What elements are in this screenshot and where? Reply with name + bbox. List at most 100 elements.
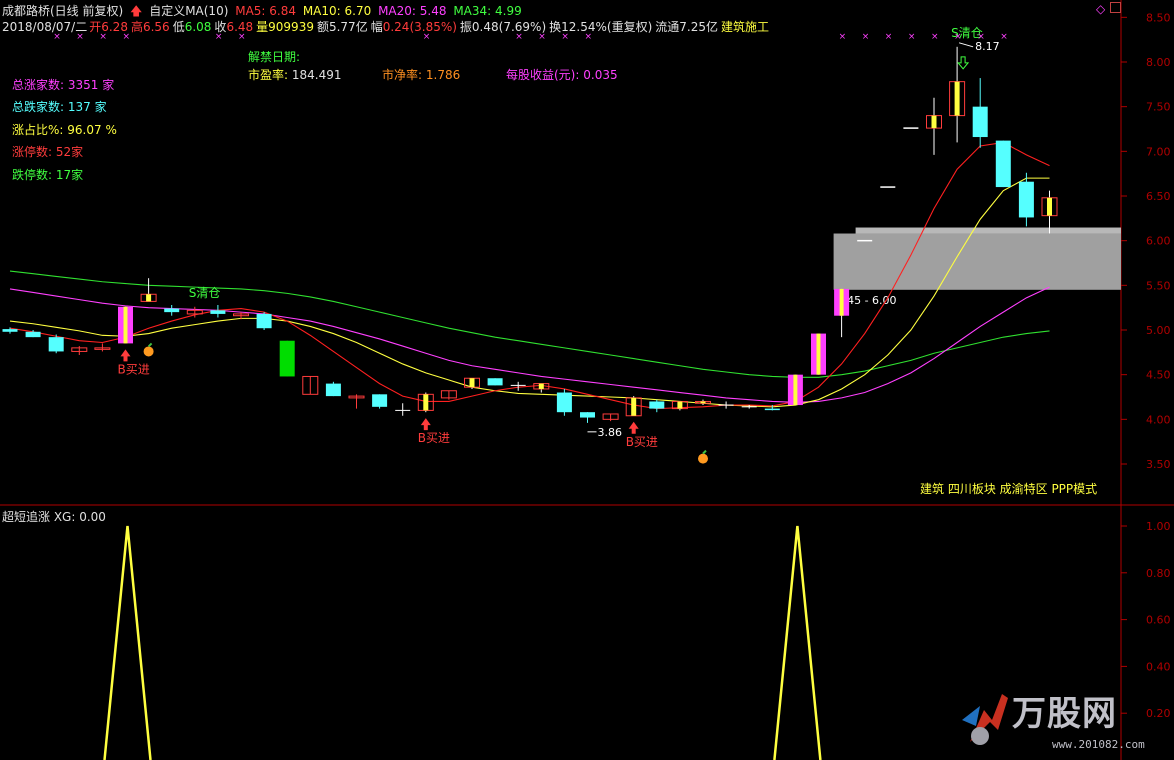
indicator-tick-label: 0.60: [1146, 614, 1171, 627]
zone-box: [833, 233, 1121, 290]
ma20-value: MA20: 5.48: [378, 4, 447, 18]
chart-canvas: 5.45 - 6.00 B买进B买进 B买进S清仓S清仓8.173.86 3.50…: [0, 0, 1174, 760]
logo-url: www.201082.com: [1052, 738, 1145, 751]
ma5-value: MA5: 6.84: [235, 4, 296, 18]
quote-date: 2018/08/07/二: [2, 20, 88, 34]
candle-core: [423, 394, 429, 411]
close-price: 6.48: [226, 20, 254, 34]
indicator-tick-label: 0.80: [1146, 567, 1171, 580]
candle[interactable]: [372, 394, 388, 409]
candle[interactable]: [556, 388, 572, 416]
candle[interactable]: [118, 306, 133, 344]
candle[interactable]: [2, 327, 18, 334]
candle[interactable]: [94, 343, 111, 352]
candle[interactable]: [949, 46, 966, 143]
candle-body: [372, 394, 388, 407]
candle[interactable]: [440, 390, 457, 400]
price-tick-label: 7.00: [1146, 145, 1171, 158]
candle[interactable]: [972, 78, 988, 148]
indicator-tick-label: 1.00: [1146, 520, 1171, 533]
candle-body: [649, 401, 665, 409]
price-tick-label: 5.00: [1146, 324, 1171, 337]
candle[interactable]: [602, 413, 619, 422]
candle[interactable]: [995, 140, 1011, 188]
candle[interactable]: [533, 383, 550, 393]
zone-cap: [855, 227, 1121, 234]
candle[interactable]: [1041, 190, 1058, 234]
candle[interactable]: [926, 97, 942, 155]
candle-core: [816, 333, 821, 375]
candle[interactable]: [487, 378, 503, 386]
price-tick-label: 8.00: [1146, 56, 1171, 69]
candle[interactable]: [671, 400, 688, 411]
candle[interactable]: [48, 334, 64, 354]
candle-body: [48, 337, 64, 352]
diamond-icon[interactable]: ◇: [1096, 2, 1105, 16]
price-tick-label: 6.00: [1146, 235, 1171, 248]
candle[interactable]: [164, 304, 180, 316]
candle[interactable]: [464, 377, 480, 389]
candle[interactable]: [210, 304, 226, 318]
candle-body: [210, 310, 226, 314]
ma34-value: MA34: 4.99: [453, 4, 522, 18]
candle-body: [764, 408, 780, 411]
candle-body: [2, 329, 18, 332]
candle[interactable]: [279, 340, 295, 377]
candle-core: [839, 288, 844, 316]
event-x-marker: ×: [885, 32, 893, 42]
candle[interactable]: [256, 312, 272, 330]
price-tick-label: 3.50: [1146, 458, 1171, 471]
candle[interactable]: [348, 394, 365, 409]
indicator-name[interactable]: 自定义MA(10): [149, 4, 228, 18]
resistance-zone: 5.45 - 6.00: [833, 227, 1121, 307]
candle[interactable]: [325, 381, 341, 397]
stat-limit-up: 涨停数: 52家: [12, 145, 84, 159]
square-icon[interactable]: [1110, 2, 1121, 13]
eps: 每股收益(元): 0.035: [506, 68, 618, 82]
candle-core: [469, 378, 475, 388]
stat-limit-down: 跌停数: 17家: [12, 168, 84, 182]
high-price: 6.56: [142, 20, 170, 34]
volume: 量909939: [256, 20, 314, 34]
price-axis: 3.50 4.00 4.50 5.00 5.50 6.00 6.50 7.00 7.50 8.00…: [1121, 11, 1171, 471]
price-tick-label: 6.50: [1146, 190, 1171, 203]
event-x-marker: ×: [908, 32, 916, 42]
candle[interactable]: [811, 333, 826, 375]
stock-title: 成都路桥(日线 前复权): [2, 4, 124, 18]
candle-body: [279, 340, 295, 377]
candle[interactable]: [140, 278, 157, 302]
orange-marker-icon: [698, 453, 708, 464]
indicator-tick-label: 0.40: [1146, 660, 1171, 673]
unlock-date-label: 解禁日期:: [248, 50, 301, 64]
event-x-marker: ×: [1000, 32, 1008, 42]
orange-leaf: [147, 342, 153, 348]
candle-body: [972, 106, 988, 138]
amplitude: 振0.48(7.69%): [459, 20, 547, 34]
event-x-marker: ×: [931, 32, 939, 42]
candle-core: [538, 383, 544, 389]
buy-arrow-icon: [420, 418, 431, 431]
candle-core: [793, 374, 798, 406]
open-price: 6.28: [101, 20, 128, 34]
concept-tags: 建筑 四川板块 成渝特区 PPP模式: [920, 482, 1098, 496]
amount: 额5.77亿: [316, 20, 368, 34]
candle[interactable]: [787, 374, 803, 406]
candle-core: [677, 401, 683, 409]
price-tick-label: 4.00: [1146, 413, 1171, 426]
signal-spike: [773, 525, 822, 760]
candle-core: [146, 294, 152, 302]
candle[interactable]: [302, 375, 319, 395]
candle[interactable]: [718, 401, 734, 409]
event-x-marker: ×: [977, 32, 985, 42]
candle[interactable]: [71, 346, 88, 356]
candle-core: [631, 397, 637, 416]
candle[interactable]: [649, 399, 665, 413]
ma10-value: MA10: 6.70: [302, 4, 372, 18]
price-tick-label: 7.50: [1146, 101, 1171, 114]
candle[interactable]: [417, 392, 434, 413]
sector: 建筑施工: [721, 20, 770, 34]
candle[interactable]: [395, 403, 411, 416]
candle[interactable]: [580, 412, 595, 423]
candle[interactable]: [834, 288, 850, 338]
buy-label: B买进: [418, 431, 450, 445]
